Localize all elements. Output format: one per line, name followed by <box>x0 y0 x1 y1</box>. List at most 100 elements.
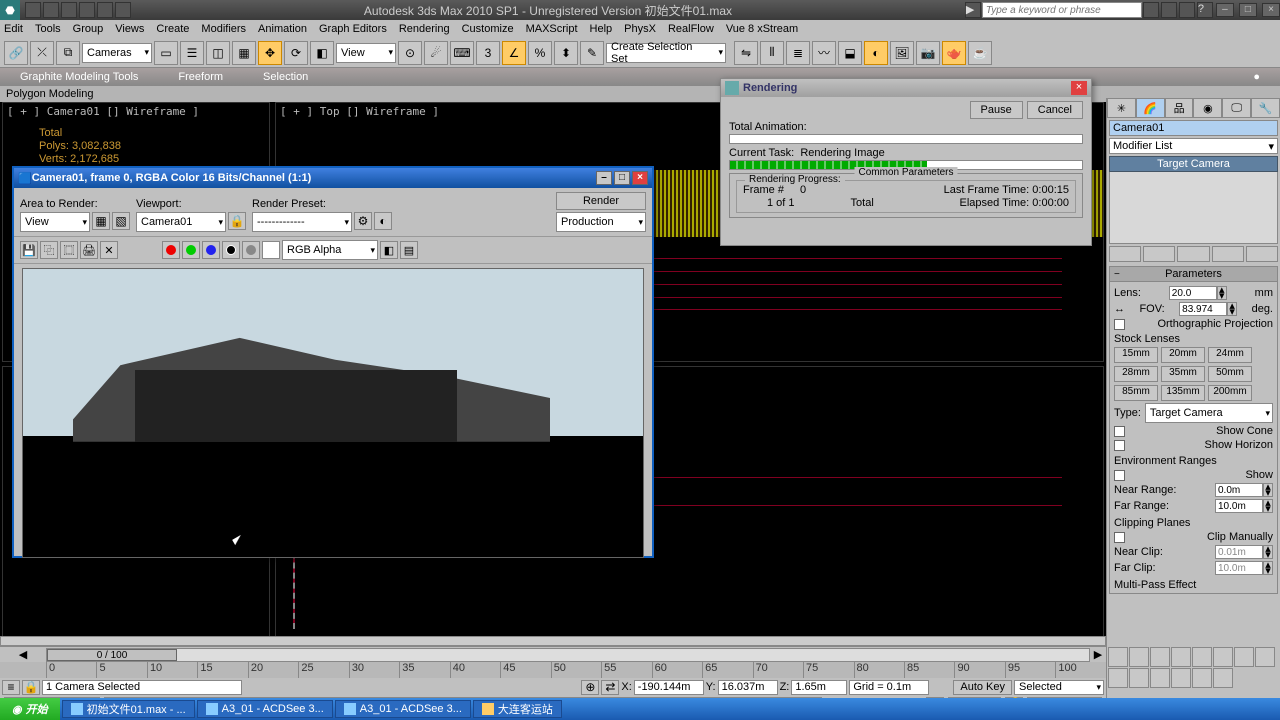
bind-icon[interactable]: ⧉ <box>56 41 80 65</box>
zoom-icon[interactable] <box>1234 647 1254 667</box>
x-input[interactable]: -190.144m <box>634 680 704 695</box>
toggle-overlay-icon[interactable]: ◧ <box>380 241 398 259</box>
manip-icon[interactable]: ☄ <box>424 41 448 65</box>
lens-85[interactable]: 85mm <box>1114 385 1158 401</box>
channel-mono-icon[interactable] <box>242 241 260 259</box>
area-to-render-dropdown[interactable]: View <box>20 212 90 232</box>
maximize-button[interactable]: □ <box>1239 3 1257 17</box>
fov-nav-icon[interactable] <box>1150 668 1170 688</box>
render-output-canvas[interactable] <box>22 268 644 558</box>
play-icon[interactable] <box>1150 647 1170 667</box>
named-selection-dropdown[interactable]: Create Selection Set <box>606 43 726 63</box>
rollout-parameters[interactable]: Parameters <box>1109 266 1278 282</box>
showhorizon-checkbox[interactable] <box>1114 440 1125 451</box>
orbit-icon[interactable] <box>1192 668 1212 688</box>
qat-new-icon[interactable] <box>25 2 41 18</box>
toggle-ui-icon[interactable]: ▤ <box>400 241 418 259</box>
remove-mod-icon[interactable] <box>1212 246 1244 262</box>
app-icon[interactable]: ⬣ <box>0 0 20 20</box>
task-item[interactable]: A3_01 - ACDSee 3... <box>335 700 471 718</box>
showcone-checkbox[interactable] <box>1114 426 1125 437</box>
time-slider-thumb[interactable]: 0 / 100 <box>47 649 177 661</box>
pin-stack-icon[interactable] <box>1109 246 1141 262</box>
time-slider-track[interactable]: 0 / 100 <box>46 648 1090 662</box>
lens-35[interactable]: 35mm <box>1161 366 1205 382</box>
tab-display-icon[interactable]: 🖵 <box>1222 98 1251 118</box>
goto-start-icon[interactable] <box>1108 647 1128 667</box>
lens-24[interactable]: 24mm <box>1208 347 1252 363</box>
lens-20[interactable]: 20mm <box>1161 347 1205 363</box>
ribbon-collapse-icon[interactable]: ● <box>1233 71 1280 83</box>
select-name-icon[interactable]: ☰ <box>180 41 204 65</box>
goto-end-icon[interactable] <box>1192 647 1212 667</box>
channel-alpha-icon[interactable] <box>222 241 240 259</box>
menu-tools[interactable]: Tools <box>35 23 61 35</box>
render-frame-titlebar[interactable]: 🟦 Camera01, frame 0, RGBA Color 16 Bits/… <box>14 168 652 188</box>
render-icon[interactable]: 🫖 <box>942 41 966 65</box>
lens-135[interactable]: 135mm <box>1161 385 1205 401</box>
select-region-icon[interactable]: ◫ <box>206 41 230 65</box>
renderwin-max-button[interactable]: □ <box>614 171 630 185</box>
qat-undo-icon[interactable] <box>79 2 95 18</box>
qat-open-icon[interactable] <box>43 2 59 18</box>
rendering-titlebar[interactable]: Rendering × <box>721 79 1091 97</box>
menu-grapheditors[interactable]: Graph Editors <box>319 23 387 35</box>
fov-spinner[interactable]: ▴▾ <box>1179 302 1237 316</box>
clipmanual-checkbox[interactable] <box>1114 532 1125 543</box>
rotate-icon[interactable]: ⟳ <box>284 41 308 65</box>
renderwin-close-button[interactable]: × <box>632 171 648 185</box>
menu-group[interactable]: Group <box>73 23 104 35</box>
schematic-icon[interactable]: ⬓ <box>838 41 862 65</box>
menu-views[interactable]: Views <box>115 23 144 35</box>
select-icon[interactable]: ▭ <box>154 41 178 65</box>
clone-image-icon[interactable]: ⿴ <box>60 241 78 259</box>
render-preset-dropdown[interactable]: ------------- <box>252 212 352 232</box>
keymode-icon[interactable]: ⌨ <box>450 41 474 65</box>
cancel-button[interactable]: Cancel <box>1027 101 1083 119</box>
menu-rendering[interactable]: Rendering <box>399 23 450 35</box>
nearrange-spinner[interactable]: ▴▾ <box>1215 483 1273 497</box>
curveed-icon[interactable]: 〰 <box>812 41 836 65</box>
link-icon[interactable]: 🔗 <box>4 41 28 65</box>
tab-modify-icon[interactable]: 🌈 <box>1136 98 1165 118</box>
lens-15[interactable]: 15mm <box>1114 347 1158 363</box>
tab-motion-icon[interactable]: ◉ <box>1193 98 1222 118</box>
menu-help[interactable]: Help <box>590 23 613 35</box>
unlink-icon[interactable]: ⤫ <box>30 41 54 65</box>
menu-physx[interactable]: PhysX <box>624 23 656 35</box>
ribbon-tab-graphite[interactable]: Graphite Modeling Tools <box>0 71 158 83</box>
tab-create-icon[interactable]: ✳ <box>1107 98 1136 118</box>
qat-save-icon[interactable] <box>61 2 77 18</box>
menu-realflow[interactable]: RealFlow <box>668 23 714 35</box>
rendersetup-icon[interactable]: 🖼 <box>890 41 914 65</box>
abs-rel-icon[interactable]: ⇄ <box>601 680 619 695</box>
menu-maxscript[interactable]: MAXScript <box>526 23 578 35</box>
matedit-icon[interactable]: ◐ <box>864 41 888 65</box>
lens-spinner[interactable]: ▴▾ <box>1169 286 1227 300</box>
quickrender-icon[interactable]: ☕ <box>968 41 992 65</box>
camera-type-dropdown[interactable]: Target Camera <box>1145 403 1273 423</box>
lens-200[interactable]: 200mm <box>1208 385 1252 401</box>
menu-create[interactable]: Create <box>156 23 189 35</box>
lock-selection-icon[interactable]: 🔒 <box>22 680 40 695</box>
tab-utilities-icon[interactable]: 🔧 <box>1251 98 1280 118</box>
render-button[interactable]: Render <box>556 192 646 210</box>
autokey-button[interactable]: Auto Key <box>953 680 1012 695</box>
mirror-icon[interactable]: ⇋ <box>734 41 758 65</box>
qat-more-icon[interactable] <box>115 2 131 18</box>
ribbon-tab-freeform[interactable]: Freeform <box>158 71 243 83</box>
keymode-dropdown[interactable]: Selected <box>1014 680 1104 695</box>
auto-region-icon[interactable]: ▧ <box>112 212 130 230</box>
title-play-icon[interactable]: ▶ <box>965 2 981 18</box>
farrange-spinner[interactable]: ▴▾ <box>1215 499 1273 513</box>
modifier-list-dropdown[interactable]: Modifier List▾ <box>1109 138 1278 154</box>
close-button[interactable]: × <box>1262 3 1280 17</box>
time-config-icon[interactable] <box>1213 647 1233 667</box>
lens-50[interactable]: 50mm <box>1208 366 1252 382</box>
task-item[interactable]: A3_01 - ACDSee 3... <box>197 700 333 718</box>
start-button[interactable]: ◉开始 <box>0 698 60 720</box>
y-input[interactable]: 16.037m <box>718 680 778 695</box>
ribbon-tab-selection[interactable]: Selection <box>243 71 328 83</box>
zoom-extents-all-icon[interactable] <box>1129 668 1149 688</box>
menu-edit[interactable]: Edit <box>4 23 23 35</box>
